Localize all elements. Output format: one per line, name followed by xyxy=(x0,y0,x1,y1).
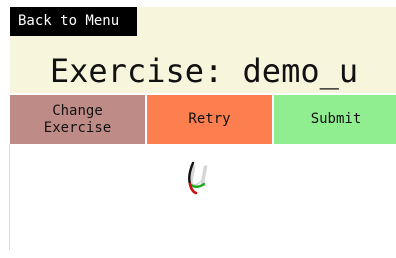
drawing-surface: u xyxy=(187,147,209,196)
retry-button[interactable]: Retry xyxy=(147,95,272,144)
header-panel: Back to Menu Exercise: demo_u xyxy=(10,7,396,93)
change-exercise-button[interactable]: Change Exercise xyxy=(10,95,145,144)
action-toolbar: Change Exercise Retry Submit xyxy=(10,95,396,144)
back-to-menu-button[interactable]: Back to Menu xyxy=(10,7,137,36)
drawing-canvas[interactable]: u xyxy=(10,144,396,254)
submit-button[interactable]: Submit xyxy=(274,95,396,144)
exercise-title: Exercise: demo_u xyxy=(49,52,359,90)
